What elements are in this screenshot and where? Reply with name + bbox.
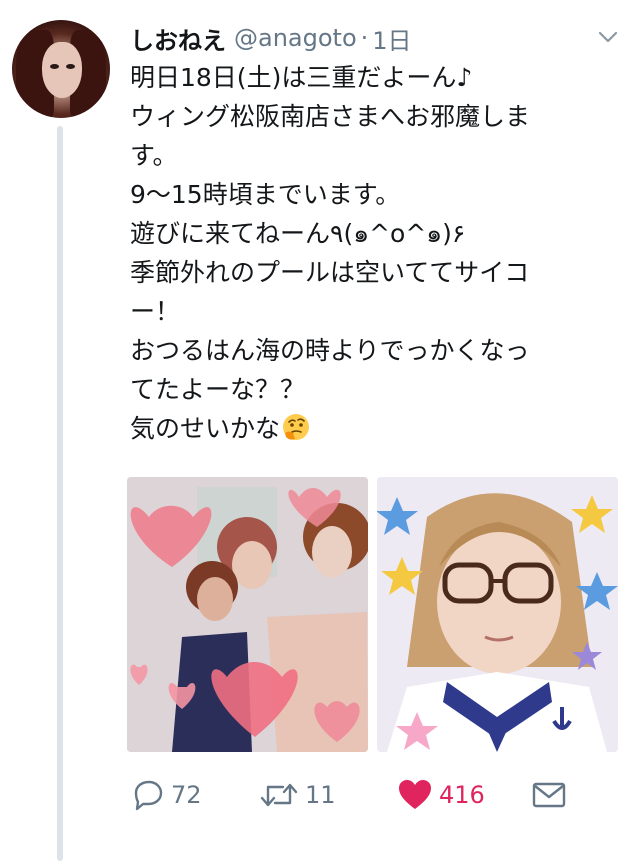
- like-button[interactable]: 416: [397, 770, 485, 820]
- tweet-text-line: 気のせいかな: [130, 414, 281, 443]
- avatar-eye: [50, 64, 59, 69]
- tweet-photo-left[interactable]: [127, 477, 368, 752]
- tweet-text-line: 9〜15時頃までいます。: [130, 180, 401, 209]
- retweet-button[interactable]: 11: [259, 770, 336, 820]
- retweet-icon: [260, 783, 298, 807]
- chevron-down-icon[interactable]: [598, 30, 618, 44]
- heart-icon: [399, 780, 431, 809]
- reply-count: 72: [171, 781, 202, 809]
- tweet[interactable]: しおねえ @anagoto · 1日 明日18日(土)は三重だよーん♪ ウィング…: [0, 0, 640, 861]
- avatar-eye: [66, 64, 75, 69]
- direct-message-button[interactable]: [531, 770, 567, 820]
- tweet-text-line: 遊びに来てねーん٩(๑^o^๑)۶: [130, 219, 466, 248]
- tweet-text-line: 季節外れのプールは空いててサイコ: [130, 258, 530, 287]
- display-name[interactable]: しおねえ: [130, 21, 226, 56]
- tweet-header: しおねえ @anagoto · 1日: [130, 20, 412, 56]
- tweet-text-line: おつるはん海の時よりでっかくなっ: [130, 336, 530, 365]
- photo-people-group: [127, 477, 368, 752]
- reply-button[interactable]: 72: [131, 770, 202, 820]
- tweet-text-line: ー！: [130, 297, 181, 326]
- timestamp[interactable]: 1日: [372, 21, 411, 56]
- tweet-photo-right[interactable]: [377, 477, 618, 752]
- tweet-text-line: ウィング松阪南店さまへお邪魔しま: [130, 102, 531, 131]
- retweet-count: 11: [305, 781, 336, 809]
- thinking-face-emoji-icon: [283, 414, 310, 440]
- tweet-text-line: 明日18日(土)は三重だよーん♪: [130, 63, 473, 92]
- tweet-text-line-last: 気のせいかな: [130, 409, 610, 448]
- photo-portrait: [377, 477, 618, 752]
- avatar-face: [42, 42, 82, 98]
- tweet-text-line: す。: [130, 141, 178, 170]
- tweet-actions: 72 11 416: [127, 770, 587, 820]
- like-count: 416: [439, 781, 485, 809]
- tweet-text-line: てたよーな？？: [130, 375, 306, 404]
- separator-dot: ·: [360, 24, 369, 52]
- envelope-icon: [532, 782, 566, 808]
- media-grid: [127, 477, 619, 752]
- user-handle[interactable]: @anagoto: [234, 24, 357, 52]
- reply-icon: [134, 780, 163, 811]
- tweet-text: 明日18日(土)は三重だよーん♪ ウィング松阪南店さまへお邪魔しま す。 9〜1…: [130, 58, 610, 448]
- avatar[interactable]: [12, 20, 110, 118]
- thread-line: [57, 126, 63, 861]
